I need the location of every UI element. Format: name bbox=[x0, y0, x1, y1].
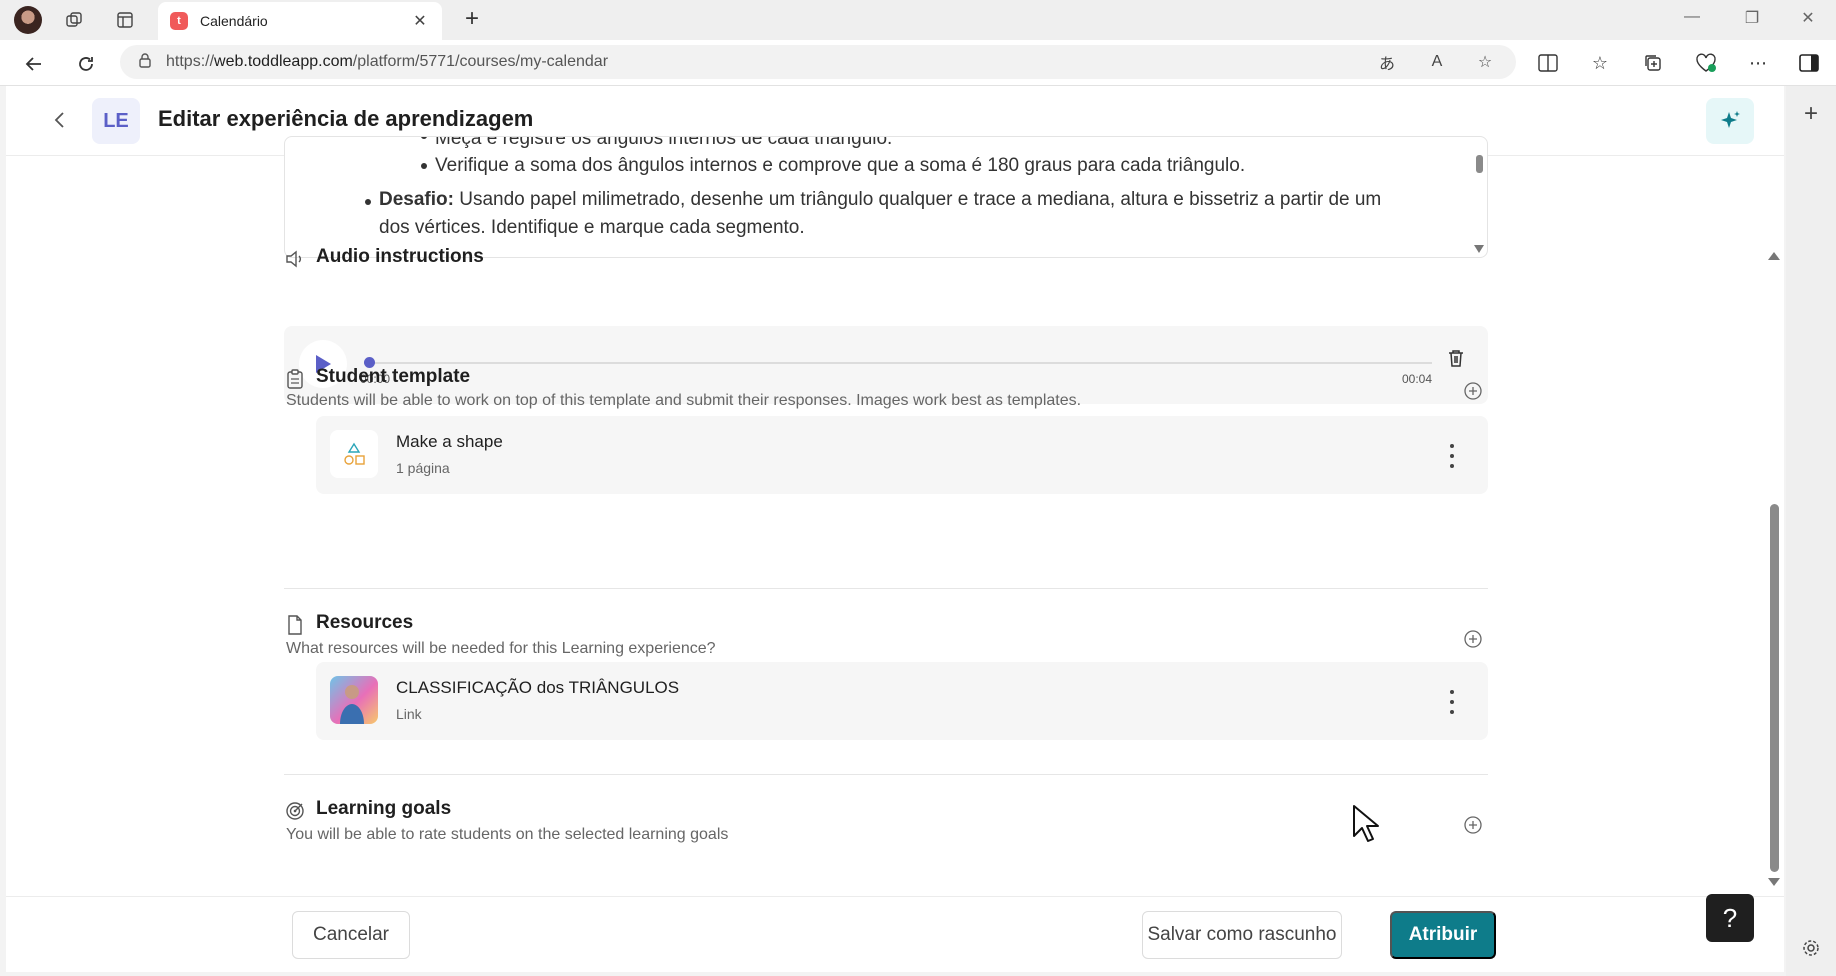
bullet bbox=[365, 199, 371, 205]
help-button[interactable]: ? bbox=[1706, 894, 1754, 942]
add-learning-goal-icon[interactable] bbox=[1462, 814, 1484, 836]
section-title-student-template: Student template bbox=[316, 366, 471, 387]
address-bar[interactable]: https://web.toddleapp.com/platform/5771/… bbox=[120, 45, 1516, 79]
template-subtitle: 1 página bbox=[396, 460, 450, 476]
read-aloud-icon[interactable]: A bbox=[1426, 51, 1448, 73]
instruction-line: Verifique a soma dos ângulos internos e … bbox=[435, 155, 1246, 176]
scroll-thumb[interactable] bbox=[1476, 155, 1483, 173]
more-icon[interactable]: ⋯ bbox=[1746, 51, 1770, 75]
scroll-up-icon[interactable] bbox=[1768, 252, 1780, 260]
editor-scrollbar[interactable] bbox=[1469, 137, 1487, 257]
speaker-icon bbox=[284, 248, 306, 270]
sparkle-icon bbox=[1721, 111, 1740, 128]
challenge-line: dos vértices. Identifique e marque cada … bbox=[379, 217, 805, 238]
close-icon[interactable]: ✕ bbox=[410, 11, 430, 31]
le-badge: LE bbox=[92, 98, 140, 144]
scroll-down-icon[interactable] bbox=[1474, 245, 1484, 253]
settings-icon[interactable] bbox=[1799, 936, 1823, 960]
favorites-icon[interactable]: ☆ bbox=[1588, 51, 1612, 75]
footer-bar: Cancelar Salvar como rascunho Atribuir bbox=[6, 896, 1784, 972]
translate-icon[interactable]: あ bbox=[1376, 51, 1398, 73]
resource-subtitle: Link bbox=[396, 706, 422, 722]
section-description: You will be able to rate students on the… bbox=[286, 826, 729, 843]
trash-icon[interactable] bbox=[1444, 346, 1468, 370]
save-draft-button[interactable]: Salvar como rascunho bbox=[1142, 911, 1342, 959]
browser-tab[interactable]: t Calendário ✕ bbox=[158, 2, 442, 40]
more-options-icon[interactable] bbox=[1442, 690, 1462, 714]
close-window-icon[interactable]: ✕ bbox=[1796, 8, 1820, 32]
resource-title: CLASSIFICAÇÃO dos TRIÂNGULOS bbox=[396, 678, 680, 697]
scroll-thumb[interactable] bbox=[1770, 504, 1779, 872]
add-resource-icon[interactable] bbox=[1462, 628, 1484, 650]
toddle-favicon-icon: t bbox=[170, 12, 188, 30]
page-scrollbar[interactable] bbox=[1764, 156, 1784, 886]
browser-tab-bar: t Calendário ✕ + — ❐ ✕ bbox=[0, 0, 1836, 40]
clipboard-icon bbox=[284, 368, 306, 390]
more-options-icon[interactable] bbox=[1442, 444, 1462, 468]
maximize-icon[interactable]: ❐ bbox=[1740, 8, 1764, 32]
template-card[interactable]: Make a shape 1 página bbox=[316, 416, 1488, 494]
ai-assistant-button[interactable] bbox=[1706, 98, 1754, 144]
bullet bbox=[421, 137, 427, 139]
browser-toolbar: https://web.toddleapp.com/platform/5771/… bbox=[0, 40, 1836, 86]
collections-icon[interactable] bbox=[1641, 51, 1665, 75]
page-title: Editar experiência de aprendizagem bbox=[158, 106, 534, 131]
profile-avatar[interactable] bbox=[14, 6, 42, 34]
divider bbox=[284, 774, 1488, 775]
workspaces-icon[interactable] bbox=[62, 8, 86, 32]
section-description: Students will be able to work on top of … bbox=[286, 392, 1082, 409]
section-title-learning-goals: Learning goals bbox=[316, 798, 452, 819]
target-icon bbox=[284, 800, 306, 822]
challenge-line: Desafio: Usando papel milimetrado, desen… bbox=[379, 189, 1382, 210]
browser-sidebar: + bbox=[1786, 86, 1836, 976]
assign-button[interactable]: Atribuir bbox=[1390, 911, 1496, 959]
template-title: Make a shape bbox=[396, 432, 503, 451]
add-icon[interactable]: + bbox=[1799, 102, 1823, 126]
document-icon bbox=[284, 614, 306, 636]
section-title-resources: Resources bbox=[316, 612, 414, 633]
url-text: https://web.toddleapp.com/platform/5771/… bbox=[166, 53, 609, 70]
app-page: LE Editar experiência de aprendizagem Me… bbox=[6, 86, 1784, 972]
add-template-icon[interactable] bbox=[1462, 380, 1484, 402]
chevron-left-icon[interactable] bbox=[50, 110, 70, 130]
instruction-line: Meça e registre os ângulos internos de c… bbox=[435, 136, 893, 149]
lock-icon[interactable] bbox=[138, 52, 152, 73]
resource-thumbnail bbox=[330, 676, 378, 724]
scroll-down-icon[interactable] bbox=[1768, 878, 1780, 886]
tab-actions-icon[interactable] bbox=[113, 8, 137, 32]
refresh-icon[interactable] bbox=[72, 50, 100, 78]
bullet bbox=[421, 163, 427, 169]
mouse-cursor-icon bbox=[1353, 805, 1379, 842]
instructions-editor[interactable]: Meça e registre os ângulos internos de c… bbox=[284, 136, 1488, 258]
section-title-audio: Audio instructions bbox=[316, 246, 484, 267]
duration: 00:04 bbox=[1402, 372, 1433, 386]
cancel-button[interactable]: Cancelar bbox=[292, 911, 410, 959]
split-screen-icon[interactable] bbox=[1536, 51, 1560, 75]
tab-title: Calendário bbox=[200, 13, 268, 29]
audio-progress-track[interactable] bbox=[364, 362, 1432, 364]
favorite-star-icon[interactable]: ☆ bbox=[1474, 51, 1496, 73]
back-icon[interactable] bbox=[20, 50, 48, 78]
minimize-icon[interactable]: — bbox=[1680, 8, 1704, 32]
sidebar-toggle-icon[interactable] bbox=[1797, 51, 1821, 75]
resource-card[interactable]: CLASSIFICAÇÃO dos TRIÂNGULOS Link bbox=[316, 662, 1488, 740]
new-tab-icon[interactable]: + bbox=[458, 6, 486, 34]
section-description: What resources will be needed for this L… bbox=[286, 640, 716, 657]
shapes-icon bbox=[330, 430, 378, 478]
divider bbox=[284, 588, 1488, 589]
browser-essentials-icon[interactable] bbox=[1694, 51, 1718, 75]
